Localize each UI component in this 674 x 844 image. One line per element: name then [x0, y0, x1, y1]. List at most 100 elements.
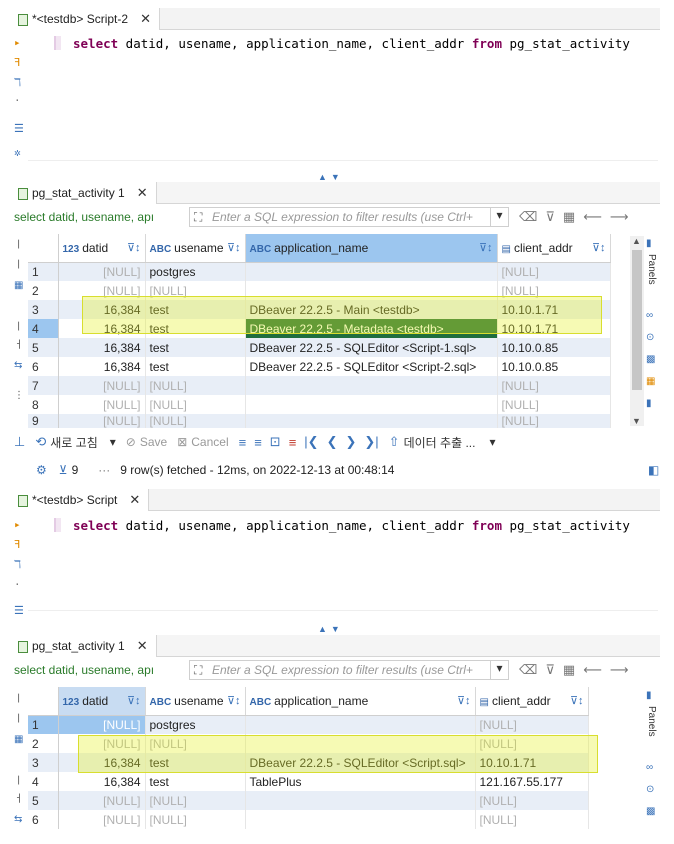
column-header-application-name[interactable]: ABC application_name ⊽↕ — [245, 687, 476, 716]
cancel-button[interactable]: ⊠ Cancel — [177, 435, 228, 449]
next-page-icon[interactable]: ❯ — [345, 434, 356, 450]
panels-label[interactable]: Panels — [646, 706, 657, 737]
metadata-icon[interactable]: ⊙ — [646, 332, 654, 343]
line-marker — [54, 36, 61, 50]
forward-icon[interactable]: ⟶ — [610, 662, 629, 678]
grid-icon: ▦ — [14, 280, 24, 291]
column-header-usename[interactable]: ABC usename ⊽↕ — [145, 687, 246, 716]
outline-icon[interactable]: ☰ — [14, 604, 24, 617]
outline-icon[interactable]: ☰ — [14, 122, 24, 135]
metadata-icon[interactable]: ⊙ — [646, 784, 654, 795]
table-row[interactable]: 1 [NULL] postgres [NULL] — [28, 715, 589, 734]
add-row-icon[interactable]: ≡ — [254, 435, 262, 450]
value-viewer-icon[interactable]: ∞ — [646, 762, 653, 773]
results1-filter-input[interactable]: ⛶ Enter a SQL expression to filter resul… — [189, 207, 509, 227]
table-row[interactable]: 9 [NULL] [NULL] [NULL] — [28, 414, 611, 428]
panels-icon[interactable]: ▮ — [646, 690, 652, 701]
refs-icon[interactable]: ▮ — [646, 398, 652, 409]
execute-icon[interactable]: ▸ — [14, 518, 24, 531]
column-header-datid[interactable]: 123 datid ⊽↕ — [58, 687, 146, 716]
table-row[interactable]: 7 [NULL] [NULL] [NULL] — [28, 376, 611, 395]
editor2-hscroll[interactable] — [28, 610, 658, 624]
settings-icon[interactable]: ✲ — [14, 146, 24, 159]
execute-icon[interactable]: ▸ — [14, 36, 24, 49]
clear-filter-icon[interactable]: ⌫ — [519, 209, 537, 225]
results2-tab[interactable]: pg_stat_activity 1 ✕ — [14, 635, 157, 657]
edit-row-icon[interactable]: ≡ — [239, 435, 247, 450]
refresh-button[interactable]: ⟲ 새로 고침 ▾ — [35, 434, 115, 451]
results2-filter-input[interactable]: ⛶ Enter a SQL expression to filter resul… — [189, 660, 509, 680]
close-icon[interactable]: ✕ — [129, 492, 140, 508]
table-row[interactable]: 3 16,384 test DBeaver 22.2.5 - SQLEditor… — [28, 753, 589, 772]
forward-icon[interactable]: ⟶ — [610, 209, 629, 225]
results2-grid[interactable]: 123 datid ⊽↕ ABC usename ⊽↕ ABC application_n… — [28, 687, 589, 829]
filter-history-dropdown[interactable]: ▾ — [490, 661, 508, 679]
filter-history-dropdown[interactable]: ▾ — [490, 208, 508, 226]
table-row[interactable]: 2 [NULL] [NULL] [NULL] — [28, 281, 611, 300]
close-icon[interactable]: ✕ — [140, 11, 151, 27]
splitter-arrows[interactable]: ▲▼ — [318, 624, 344, 634]
column-header-application-name[interactable]: ABC application_name ⊽↕ — [245, 234, 498, 263]
table-row[interactable]: 1 [NULL] postgres [NULL] — [28, 262, 611, 281]
filter-icon[interactable]: ⊽ — [545, 209, 555, 225]
sql-script-icon — [18, 13, 28, 26]
editor2-text-area[interactable]: select datid, usename, application_name,… — [28, 514, 658, 610]
editor2-tab[interactable]: *<testdb> Script ✕ — [14, 489, 150, 511]
table-row[interactable]: 4 16,384 test TablePlus 121.167.55.177 — [28, 772, 589, 791]
column-header-datid[interactable]: 123 datid ⊽↕ — [58, 234, 146, 263]
filter-settings-icon[interactable]: ▦ — [563, 662, 575, 678]
prev-page-icon[interactable]: ❮ — [327, 434, 338, 450]
execute-script-icon[interactable]: ꟻ — [14, 538, 24, 551]
text-type-icon: ▤ — [479, 696, 489, 708]
splitter-arrows[interactable]: ▲▼ — [318, 172, 344, 182]
export-button[interactable]: ⇧ 데이터 추출 ... ▾ — [389, 434, 496, 451]
panels-label[interactable]: Panels — [646, 254, 657, 285]
delete-row-icon[interactable]: ≡ — [289, 435, 297, 450]
editor1-tabbar: *<testdb> Script-2 ✕ — [14, 8, 660, 30]
table-row[interactable]: 2 [NULL] [NULL] [NULL] — [28, 734, 589, 753]
execute-script-icon[interactable]: ꟻ — [14, 56, 24, 69]
calc-icon[interactable]: ▦ — [646, 376, 655, 387]
panel-toggle-icon[interactable]: ◧ — [648, 463, 659, 477]
last-page-icon[interactable]: ❯| — [364, 434, 378, 450]
column-header-client-addr[interactable]: ▤ client_addr ⊽↕ — [497, 234, 611, 263]
table-row[interactable]: 3 16,384 test DBeaver 22.2.5 - Main <tes… — [28, 300, 611, 319]
more-icon[interactable]: · — [14, 94, 24, 107]
copy-row-icon[interactable]: ⊡ — [270, 434, 281, 450]
save-button[interactable]: ⊘ Save — [126, 435, 167, 449]
explain-icon[interactable]: ℸ — [14, 558, 24, 571]
row-number-header — [28, 234, 59, 263]
panels-icon[interactable]: ▮ — [646, 238, 652, 249]
close-icon[interactable]: ✕ — [137, 185, 148, 201]
table-row[interactable]: 8 [NULL] [NULL] [NULL] — [28, 395, 611, 414]
explain-icon[interactable]: ℸ — [14, 76, 24, 89]
filter-icon[interactable]: ⊽ — [545, 662, 555, 678]
editor1-tab[interactable]: *<testdb> Script-2 ✕ — [14, 8, 160, 30]
table-row[interactable]: 6 16,384 test DBeaver 22.2.5 - SQLEditor… — [28, 357, 611, 376]
column-header-client-addr[interactable]: ▤ client_addr ⊽↕ — [475, 687, 589, 716]
results1-tab[interactable]: pg_stat_activity 1 ✕ — [14, 182, 157, 204]
more-icon[interactable]: · — [14, 578, 24, 591]
value-viewer-icon[interactable]: ∞ — [646, 310, 653, 321]
editor1-text-area[interactable]: select datid, usename, application_name,… — [28, 32, 658, 160]
close-icon[interactable]: ✕ — [137, 638, 148, 654]
grouping-icon[interactable]: ▩ — [646, 806, 655, 817]
results1-grid[interactable]: 123 datid ⊽↕ ABC usename ⊽↕ ABC application_n… — [28, 234, 611, 428]
editor2-tabbar: *<testdb> Script ✕ — [14, 489, 660, 511]
table-row[interactable]: 5 16,384 test DBeaver 22.2.5 - SQLEditor… — [28, 338, 611, 357]
editor2-sql: select datid, usename, application_name,… — [73, 518, 630, 533]
results1-filterbar: select datid, usename, apı ⛶ Enter a SQL… — [14, 206, 660, 228]
table-row[interactable]: 4 16,384 test DBeaver 22.2.5 - Metadata … — [28, 319, 611, 338]
table-row[interactable]: 5 [NULL] [NULL] [NULL] — [28, 791, 589, 810]
clear-filter-icon[interactable]: ⌫ — [519, 662, 537, 678]
table-row[interactable]: 6 [NULL] [NULL] [NULL] — [28, 810, 589, 829]
grouping-icon[interactable]: ▩ — [646, 354, 655, 365]
results1-vscroll[interactable]: ▲ ▼ — [630, 236, 644, 426]
settings-icon[interactable]: ⚙ — [36, 463, 47, 477]
fetch-icon[interactable]: ⊻ — [59, 463, 68, 477]
column-header-usename[interactable]: ABC usename ⊽↕ — [145, 234, 246, 263]
back-icon[interactable]: ⟵ — [583, 662, 602, 678]
first-page-icon[interactable]: |❮ — [304, 434, 318, 450]
filter-settings-icon[interactable]: ▦ — [563, 209, 575, 225]
back-icon[interactable]: ⟵ — [583, 209, 602, 225]
